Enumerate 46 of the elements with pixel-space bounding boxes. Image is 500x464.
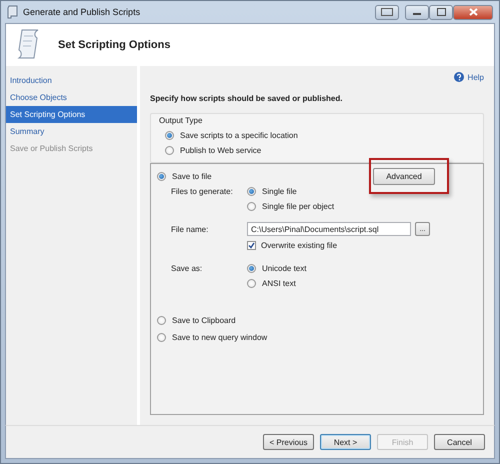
radio-button[interactable] bbox=[165, 131, 174, 140]
radio-label: Publish to Web service bbox=[180, 146, 262, 155]
window-title: Generate and Publish Scripts bbox=[23, 7, 140, 17]
checkbox-label: Overwrite existing file bbox=[261, 241, 338, 250]
field-label: Files to generate: bbox=[171, 187, 233, 196]
advanced-button[interactable]: Advanced bbox=[373, 168, 435, 185]
sidebar-item[interactable]: Set Scripting Options bbox=[6, 106, 137, 123]
maximize-button[interactable] bbox=[429, 4, 453, 20]
radio-label: ANSI text bbox=[262, 279, 296, 288]
group-title: Output Type bbox=[159, 116, 204, 125]
close-button[interactable] bbox=[453, 4, 493, 20]
radio-label: Save to Clipboard bbox=[172, 316, 236, 325]
minimize-button[interactable] bbox=[405, 4, 429, 20]
window-toggle-button[interactable] bbox=[375, 4, 399, 20]
field-label: File name: bbox=[171, 225, 208, 234]
radio-button[interactable] bbox=[157, 316, 166, 325]
field-label: Save as: bbox=[171, 264, 202, 273]
page-title: Set Scripting Options bbox=[58, 39, 170, 51]
help-label: Help bbox=[468, 72, 484, 82]
radio-label: Save to file bbox=[172, 172, 212, 180]
window-icon bbox=[381, 8, 393, 16]
wizard-button[interactable]: Next > bbox=[320, 434, 371, 450]
instruction-text: Specify how scripts should be saved or published. bbox=[150, 94, 344, 103]
radio-button[interactable] bbox=[247, 202, 256, 211]
radio-button[interactable] bbox=[165, 146, 174, 155]
wizard-button[interactable]: Cancel bbox=[434, 434, 485, 450]
sidebar-item[interactable]: Choose Objects bbox=[6, 89, 137, 106]
radio-label: Save scripts to a specific location bbox=[180, 131, 298, 140]
radio-label: Save to new query window bbox=[172, 333, 268, 342]
wizard-button[interactable]: < Previous bbox=[263, 434, 314, 450]
radio-button[interactable] bbox=[157, 172, 166, 180]
help-link[interactable]: Help bbox=[454, 72, 484, 82]
radio-button[interactable] bbox=[247, 264, 256, 273]
radio-button[interactable] bbox=[157, 333, 166, 342]
maximize-icon bbox=[436, 8, 446, 16]
radio-label: Single file bbox=[262, 187, 297, 196]
sidebar-item[interactable]: Summary bbox=[6, 123, 137, 140]
close-icon bbox=[468, 8, 478, 16]
radio-label: Single file per object bbox=[262, 202, 334, 211]
radio-button[interactable] bbox=[247, 187, 256, 196]
help-icon bbox=[454, 72, 464, 82]
sidebar-item[interactable]: Introduction bbox=[6, 72, 137, 89]
file-name-field[interactable]: C:\Users\Pinal\Documents\script.sql bbox=[247, 222, 411, 236]
radio-button[interactable] bbox=[247, 279, 256, 288]
radio-label: Unicode text bbox=[262, 264, 306, 273]
checkbox[interactable] bbox=[247, 241, 256, 250]
